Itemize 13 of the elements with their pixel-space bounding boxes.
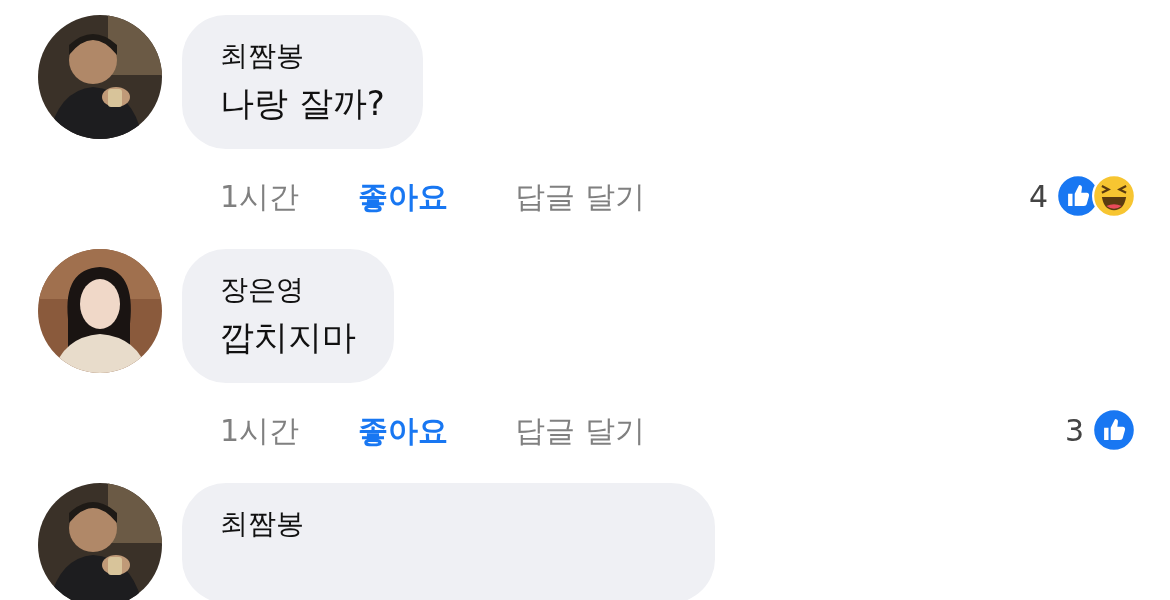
like-link[interactable]: 좋아요 (358, 173, 515, 219)
reply-link[interactable]: 답글 달기 (515, 407, 645, 453)
author-name[interactable]: 장은영 (220, 271, 356, 309)
reply-link[interactable]: 답글 달기 (515, 173, 645, 219)
author-name[interactable]: 최짬봉 (220, 37, 385, 75)
timestamp: 1시간 (220, 411, 301, 450)
comment-text: 깝치지마 (220, 316, 356, 359)
comment-text: 나랑 잘까? (220, 82, 385, 125)
timestamp: 1시간 (220, 177, 301, 216)
reaction-count: 4 (1028, 177, 1048, 216)
reaction-count: 3 (1064, 411, 1084, 450)
author-name[interactable]: 최짬봉 (220, 505, 677, 543)
like-link[interactable]: 좋아요 (358, 407, 515, 453)
